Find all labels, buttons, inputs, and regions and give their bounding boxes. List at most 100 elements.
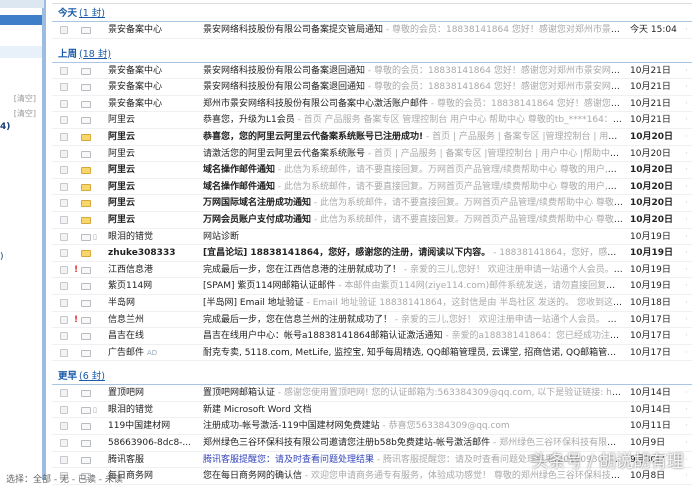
subject[interactable]: [半岛网] Email 地址验证 - Email 地址验证 1883814186… — [203, 295, 623, 312]
subject[interactable]: 请激活您的阿里云阿里云代备案系统账号 - 首页 | 产品服务 | 备案专区 |管… — [203, 146, 623, 163]
subject[interactable]: 昌吉在线用户中心：帐号a18838141864邮箱认证激活通知 - 亲爱的a18… — [203, 328, 623, 345]
summary-text: - 此信为系统邮件，请不要直接回复。万网首页产品管理/续费帮助中心 尊敬的用户,… — [277, 165, 623, 176]
select-checkbox[interactable] — [60, 26, 68, 34]
select-checkbox[interactable] — [60, 132, 68, 141]
clear-link[interactable]: [清空] — [14, 93, 36, 104]
subject[interactable]: 完成最后一步，您在江西信息港的注册就成功了！ - 亲爱的三儿,您好！ 欢迎注册申… — [203, 262, 623, 279]
subject[interactable]: 注册成功-帐号激活-119中国建材网免费建站 - 恭喜您563384309@qq… — [203, 418, 623, 435]
mail-row[interactable]: ! 江西信息港 完成最后一步，您在江西信息港的注册就成功了！ - 亲爱的三儿,您好！… — [52, 262, 692, 279]
folder-count: ) — [0, 252, 4, 262]
select-bar[interactable]: 选择：全部 - 无 - 已读 - 未读 — [6, 472, 123, 485]
subject[interactable]: [宜昌论坛] 18838141864，您好，感谢您的注册，请阅读以下内容。 - … — [203, 245, 623, 262]
mail-row[interactable]: 景安备案中心 景安网络科技股份有限公司备案退回通知 - 尊敬的会员：1883814… — [52, 79, 692, 96]
select-checkbox[interactable] — [60, 422, 68, 431]
select-checkbox[interactable] — [60, 315, 68, 324]
mail-row[interactable]: 半岛网 [半岛网] Email 地址验证 - Email 地址验证 1883814… — [52, 295, 692, 312]
subject[interactable]: 恭喜您，升级为L1会员 - 首页 产品服务 备案专区 管理控制台 用户中心 帮助… — [203, 112, 623, 129]
select-checkbox[interactable] — [60, 249, 68, 258]
select-checkbox[interactable] — [60, 298, 68, 307]
select-checkbox[interactable] — [60, 182, 68, 191]
mail-row[interactable]: ▯ 眼泪的错觉 网站诊断 10月19日 · — [52, 229, 692, 246]
subject[interactable]: 置顶吧网邮箱认证 - 感谢您使用置顶吧网! 您的认证邮箱为:563384309@… — [203, 385, 623, 402]
received-date: 10月21日 — [630, 98, 671, 109]
select-checkbox[interactable] — [60, 265, 68, 274]
subject[interactable]: 耐克专卖, 5118.com, MetLife, 监控宝, 知乎每周精选, QQ… — [203, 345, 623, 362]
mail-row[interactable]: 阿里云 恭喜您，升级为L1会员 - 首页 产品服务 备案专区 管理控制台 用户中心… — [52, 112, 692, 129]
ad-badge: AD — [147, 348, 158, 357]
select-checkbox[interactable] — [60, 232, 68, 241]
subject[interactable]: [SPAM] 紫页114网邮箱认证邮件 - 本邮件由紫页114网(ziye114… — [203, 278, 623, 295]
subject-text: [宜昌论坛] 18838141864，您好，感谢您的注册，请阅读以下内容。 — [203, 248, 491, 259]
subject-text: 郑州绿色三谷环保科技有限公司邀请您注册b58b免费建站-帐号激活邮件 — [203, 438, 491, 449]
mail-row[interactable]: 广告邮件 AD 耐克专卖, 5118.com, MetLife, 监控宝, 知乎每周… — [52, 345, 692, 362]
mail-row[interactable]: zhuke308333 [宜昌论坛] 18838141864，您好，感谢您的注册，… — [52, 245, 692, 262]
select-checkbox[interactable] — [60, 389, 68, 398]
select-checkbox[interactable] — [60, 83, 68, 92]
subject[interactable]: 景安网络科技股份有限公司备案退回通知 - 尊敬的会员：18838141864 您… — [203, 79, 623, 96]
subject[interactable]: 域名操作邮件通知 - 此信为系统邮件，请不要直接回复。万网首页产品管理/续费帮助… — [203, 179, 623, 196]
group-count-link[interactable]: (6 封) — [79, 371, 105, 382]
select-checkbox[interactable] — [60, 332, 68, 341]
sidebar-item[interactable] — [0, 46, 42, 58]
select-checkbox[interactable] — [60, 455, 68, 464]
mail-row[interactable]: 景安备案中心 景安网络科技股份有限公司备案退回通知 - 尊敬的会员：1883814… — [52, 63, 692, 80]
sender: zhuke308333 — [108, 245, 200, 262]
sender-name: 58663906-8dc8-... — [108, 438, 191, 449]
subject[interactable]: 万网会员账户支付成功通知 - 此信为系统邮件，请不要直接回复。万网首页产品管理/… — [203, 212, 623, 229]
folder-sidebar: [清空] [清空] 4) ) — [0, 0, 46, 480]
sender-name: 119中国建材网 — [108, 421, 171, 432]
summary-text: - 首页 | 产品服务 | 备案专区 |管理控制台 | 用户中心 |帮助中... — [425, 131, 623, 142]
summary-text: - 亲爱的a18838141864：您已经成功注册为本站会员... — [445, 331, 623, 342]
mail-row[interactable]: 置顶吧网 置顶吧网邮箱认证 - 感谢您使用置顶吧网! 您的认证邮箱为:563384… — [52, 385, 692, 402]
mail-row[interactable]: 阿里云 域名操作邮件通知 - 此信为系统邮件，请不要直接回复。万网首页产品管理/续… — [52, 162, 692, 179]
group-count-link[interactable]: (1 封) — [79, 8, 105, 19]
subject[interactable]: 网站诊断 — [203, 229, 623, 246]
select-checkbox[interactable] — [60, 116, 68, 125]
received-date: 今天 15:04 — [630, 25, 677, 35]
received-date: 10月14日 — [630, 404, 671, 415]
select-checkbox[interactable] — [60, 282, 68, 291]
mail-row[interactable]: 119中国建材网 注册成功-帐号激活-119中国建材网免费建站 - 恭喜您5633… — [52, 418, 692, 436]
select-checkbox[interactable] — [60, 348, 68, 357]
mail-row[interactable]: 阿里云 万网国际域名注册成功通知 - 此信为系统邮件，请不要直接回复。万网首页产品… — [52, 195, 692, 212]
subject[interactable]: 完成最后一步，您在信息兰州的注册就成功了！ - 亲爱的三儿,您好！ 欢迎注册申请… — [203, 312, 623, 329]
group-count-link[interactable]: (18 封) — [79, 49, 111, 60]
mail-row[interactable]: 景安备案中心 景安网络科技股份有限公司备案提交管局通知 - 尊敬的会员：18838… — [52, 22, 692, 39]
mail-row[interactable]: 阿里云 域名操作邮件通知 - 此信为系统邮件，请不要直接回复。万网首页产品管理/续… — [52, 179, 692, 196]
sidebar-item-inbox-selected[interactable] — [0, 15, 42, 25]
subject[interactable]: 域名操作邮件通知 - 此信为系统邮件，请不要直接回复。万网首页产品管理/续费帮助… — [203, 162, 623, 179]
subject[interactable]: 景安网络科技股份有限公司备案提交管局通知 - 尊敬的会员：18838141864… — [203, 22, 623, 39]
subject[interactable]: 恭喜您，您的阿里云阿里云代备案系统账号已注册成功! - 首页 | 产品服务 | … — [203, 129, 623, 146]
subject[interactable]: 郑州市景安网络科技股份有限公司备案中心激活账户邮件 - 尊敬的会员：188381… — [203, 96, 623, 113]
select-checkbox[interactable] — [60, 66, 68, 75]
mail-row[interactable]: ▯ 眼泪的错觉 新建 Microsoft Word 文档 10月14日 · — [52, 402, 692, 419]
row-tail: · — [685, 347, 688, 358]
mail-row[interactable]: 阿里云 恭喜您，您的阿里云阿里云代备案系统账号已注册成功! - 首页 | 产品服务… — [52, 129, 692, 146]
subject[interactable]: 万网国际域名注册成功通知 - 此信为系统邮件，请不要直接回复。万网首页产品管理/… — [203, 195, 623, 212]
summary-text: - 首页 | 产品服务 | 备案专区 |管理控制台 | 用户中心 |帮助中心 尊… — [367, 148, 623, 159]
sender-name: 腾讯客服 — [108, 454, 145, 465]
mail-row[interactable]: ! 信息兰州 完成最后一步，您在信息兰州的注册就成功了！ - 亲爱的三儿,您好！ 欢… — [52, 312, 692, 329]
received-date: 10月19日 — [630, 264, 671, 275]
clear-link[interactable]: [清空] — [14, 108, 36, 119]
subject[interactable]: 新建 Microsoft Word 文档 — [203, 402, 623, 419]
unread-envelope-icon — [81, 133, 91, 141]
subject[interactable]: 景安网络科技股份有限公司备案退回通知 - 尊敬的会员：18838141864 您… — [203, 63, 623, 80]
received-date: 10月20日 — [630, 214, 674, 225]
received-date: 10月17日 — [630, 314, 671, 325]
select-checkbox[interactable] — [60, 166, 68, 175]
select-checkbox[interactable] — [60, 215, 68, 224]
select-checkbox[interactable] — [60, 199, 68, 208]
select-checkbox[interactable] — [60, 405, 68, 414]
mail-row[interactable]: 昌吉在线 昌吉在线用户中心：帐号a18838141864邮箱认证激活通知 - 亲爱… — [52, 328, 692, 345]
subject-text: 新建 Microsoft Word 文档 — [203, 404, 312, 415]
read-envelope-icon — [81, 406, 91, 414]
select-checkbox[interactable] — [60, 99, 68, 108]
select-checkbox[interactable] — [60, 439, 68, 448]
summary-text: - 亲爱的三儿,您好！ 欢迎注册申请一站通个人会员。 现在还差最后... — [394, 314, 623, 325]
mail-row[interactable]: 阿里云 请激活您的阿里云阿里云代备案系统账号 - 首页 | 产品服务 | 备案专区… — [52, 146, 692, 163]
mail-row[interactable]: 景安备案中心 郑州市景安网络科技股份有限公司备案中心激活账户邮件 - 尊敬的会员：… — [52, 96, 692, 113]
mail-row[interactable]: 紫页114网 [SPAM] 紫页114网邮箱认证邮件 - 本邮件由紫页114网(z… — [52, 278, 692, 295]
select-checkbox[interactable] — [60, 149, 68, 158]
mail-row[interactable]: 阿里云 万网会员账户支付成功通知 - 此信为系统邮件，请不要直接回复。万网首页产品… — [52, 212, 692, 229]
